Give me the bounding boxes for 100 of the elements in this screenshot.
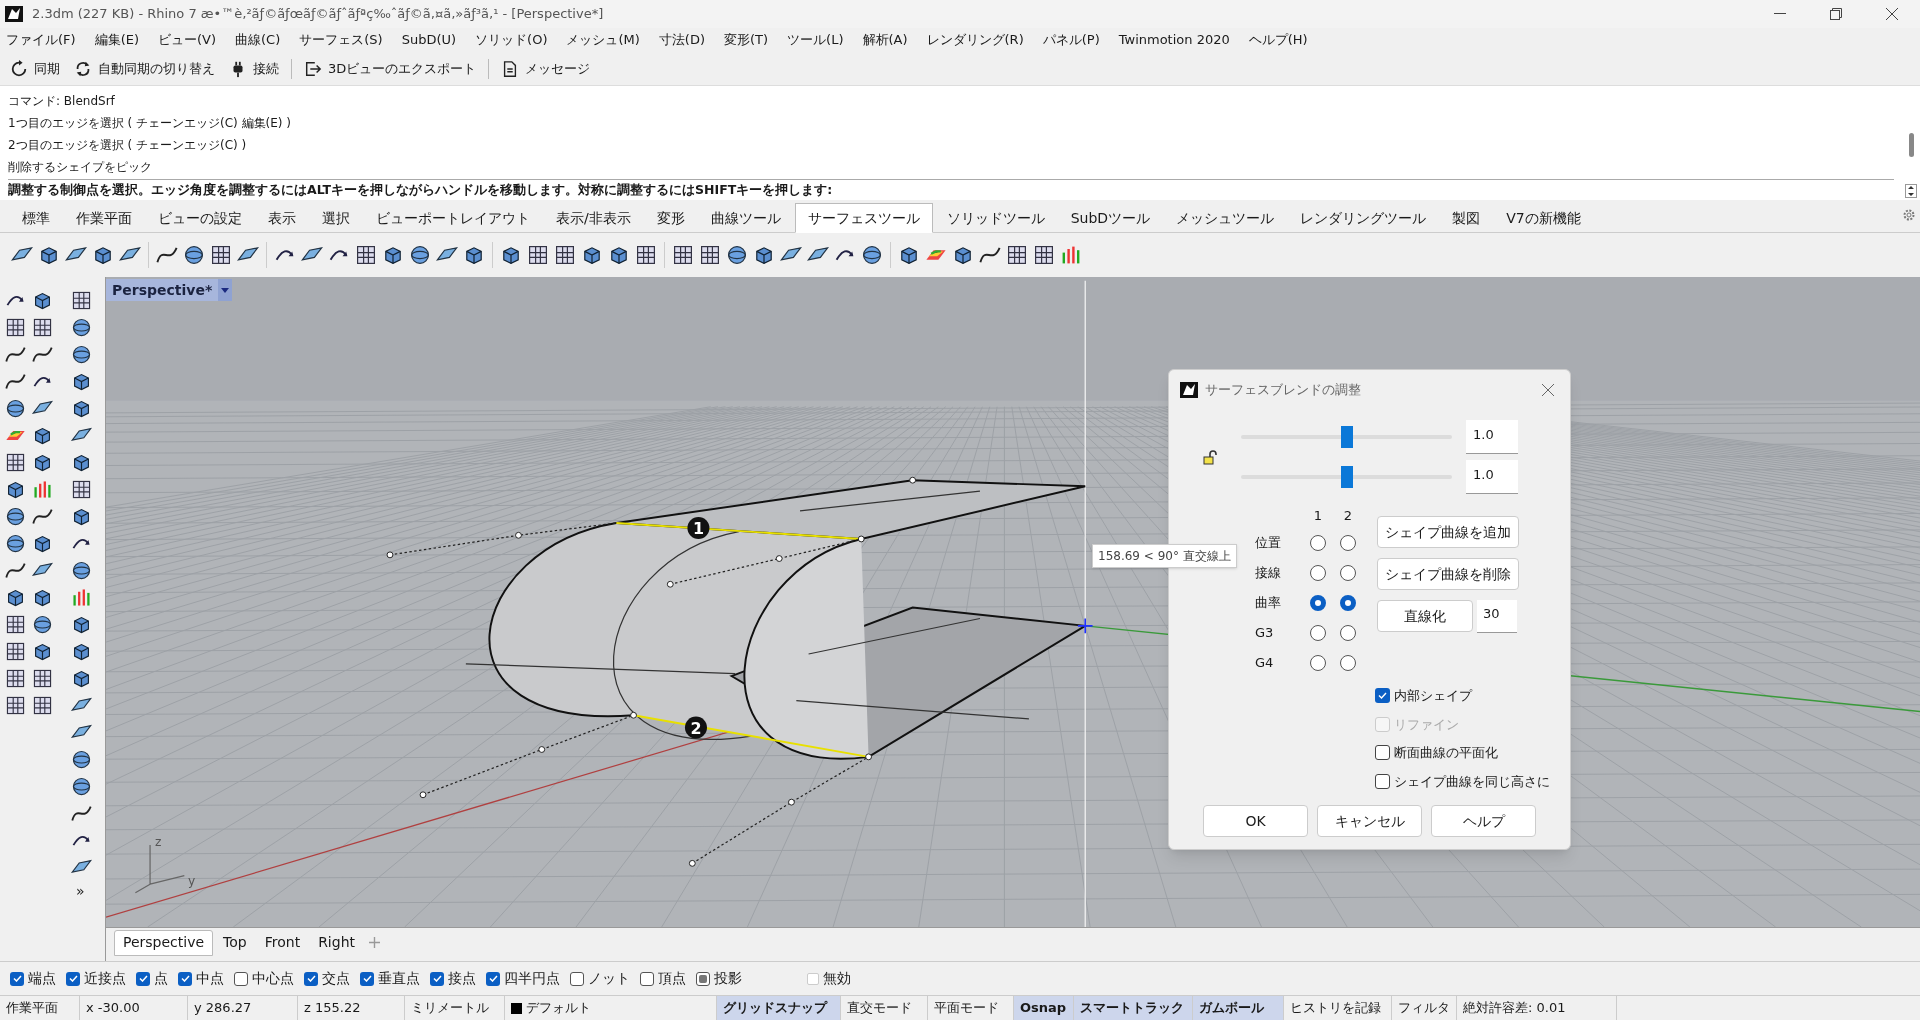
grid-icon[interactable] xyxy=(4,667,27,690)
status-cell[interactable]: z 155.22 xyxy=(298,996,405,1020)
grid-icon[interactable] xyxy=(209,243,233,267)
menu-item[interactable]: SubD(U) xyxy=(399,30,459,50)
menu-item[interactable]: レンダリング(R) xyxy=(924,30,1026,50)
ribbon-tab[interactable]: サーフェスツール xyxy=(794,203,933,233)
menu-item[interactable]: ヘルプ(H) xyxy=(1246,30,1310,50)
menu-item[interactable]: 寸法(D) xyxy=(656,30,707,50)
settings-icon[interactable] xyxy=(1902,208,1916,222)
menu-item[interactable]: ファイル(F) xyxy=(4,30,78,50)
ribbon-tab[interactable]: レンダリングツール xyxy=(1288,204,1439,232)
viewport-tab[interactable]: Right xyxy=(310,929,363,956)
radio-button[interactable] xyxy=(1310,625,1326,641)
toolbar-button[interactable]: 自動同期の切り替え xyxy=(72,58,217,79)
radio-button[interactable] xyxy=(1340,595,1356,611)
sphere-icon[interactable] xyxy=(860,243,884,267)
radio-button[interactable] xyxy=(1310,565,1326,581)
ribbon-tab[interactable]: 選択 xyxy=(310,204,362,232)
menu-item[interactable]: 変形(T) xyxy=(722,30,771,50)
grid-icon[interactable] xyxy=(70,289,93,312)
radio-button[interactable] xyxy=(1340,655,1356,671)
checkbox[interactable] xyxy=(1375,688,1390,704)
sphere-icon[interactable] xyxy=(70,316,93,339)
menu-item[interactable]: サーフェス(S) xyxy=(297,30,385,50)
ribbon-tab[interactable]: SubDツール xyxy=(1058,204,1163,232)
ribbon-tab[interactable]: 標準 xyxy=(10,204,62,232)
sphere-icon[interactable] xyxy=(70,343,93,366)
status-cell[interactable]: 直交モード xyxy=(841,996,928,1020)
ribbon-tab[interactable]: 曲線ツール xyxy=(698,204,793,232)
radio-button[interactable] xyxy=(1310,535,1326,551)
grid-icon[interactable] xyxy=(4,451,27,474)
dialog-button[interactable]: ヘルプ xyxy=(1431,805,1536,837)
straighten-button[interactable]: 直線化 xyxy=(1377,600,1473,632)
ribbon-tab[interactable]: ビューポートレイアウト xyxy=(364,204,542,232)
sphere-icon[interactable] xyxy=(31,613,54,636)
checkbox[interactable] xyxy=(10,971,24,986)
status-cell[interactable]: 絶対許容差: 0.01 xyxy=(1457,996,1617,1020)
ribbon-tab[interactable]: 製図 xyxy=(1440,204,1493,232)
grid-icon[interactable] xyxy=(4,613,27,636)
radio-button[interactable] xyxy=(1340,625,1356,641)
grid-icon[interactable] xyxy=(671,243,695,267)
ribbon-tab[interactable]: 変形 xyxy=(644,204,697,232)
grid-icon[interactable] xyxy=(1005,243,1029,267)
checkbox[interactable] xyxy=(234,971,248,986)
sphere-icon[interactable] xyxy=(725,243,749,267)
ribbon-tab[interactable]: 表示/非表示 xyxy=(544,204,643,232)
status-cell[interactable]: スマートトラック xyxy=(1074,996,1193,1020)
grid-icon[interactable] xyxy=(526,243,550,267)
overflow-button[interactable]: » xyxy=(70,883,85,899)
menu-item[interactable]: ツール(L) xyxy=(785,30,846,50)
toggle-box[interactable] xyxy=(696,971,710,986)
sphere-icon[interactable] xyxy=(408,243,432,267)
checkbox[interactable] xyxy=(486,971,500,986)
ribbon-tab[interactable]: ビューの設定 xyxy=(146,204,254,232)
grid-icon[interactable] xyxy=(31,694,54,717)
sphere-icon[interactable] xyxy=(4,505,27,528)
status-cell[interactable]: フィルタ xyxy=(1392,996,1457,1020)
open-lock-icon[interactable] xyxy=(1203,449,1217,465)
checkbox[interactable] xyxy=(1375,745,1390,761)
grid-icon[interactable] xyxy=(4,694,27,717)
sphere-icon[interactable] xyxy=(4,397,27,420)
grid-icon[interactable] xyxy=(70,478,93,501)
menu-item[interactable]: ビュー(V) xyxy=(156,30,219,50)
checkbox[interactable] xyxy=(360,971,374,986)
toolbar-button[interactable]: 3Dビューのエクスポート xyxy=(302,58,479,79)
grid-icon[interactable] xyxy=(31,316,54,339)
menu-item[interactable]: 編集(E) xyxy=(92,30,141,50)
grid-icon[interactable] xyxy=(31,667,54,690)
toolbar-button[interactable]: 接続 xyxy=(227,58,281,79)
viewport-tab[interactable]: Top xyxy=(215,929,255,956)
toolbar-button[interactable]: 同期 xyxy=(8,58,62,79)
ribbon-tab[interactable]: メッシュツール xyxy=(1164,204,1287,232)
bar-graph-icon[interactable] xyxy=(31,478,54,501)
status-cell[interactable]: ミリメートル xyxy=(405,996,505,1020)
checkbox[interactable] xyxy=(66,971,80,986)
command-prompt[interactable]: 調整する制御点を選択。エッジ角度を調整するにはALTキーを押しながらハンドルを移動します。対称に調整するにはSHIFTキーを押します: xyxy=(8,180,833,200)
menu-item[interactable]: 解析(A) xyxy=(860,30,910,50)
checkbox[interactable] xyxy=(1375,773,1390,789)
viewport-tab[interactable]: Perspective xyxy=(114,929,214,956)
radio-button[interactable] xyxy=(1340,565,1356,581)
ribbon-tab[interactable]: 表示 xyxy=(256,204,308,232)
viewport-menu-button[interactable] xyxy=(218,279,233,301)
grid-icon[interactable] xyxy=(1032,243,1056,267)
ribbon-tab[interactable]: V7の新機能 xyxy=(1494,204,1593,232)
grid-icon[interactable] xyxy=(4,316,27,339)
checkbox[interactable] xyxy=(136,971,150,986)
sphere-icon[interactable] xyxy=(70,559,93,582)
ribbon-tab[interactable]: ソリッドツール xyxy=(934,204,1057,232)
status-cell[interactable]: グリッドスナップ xyxy=(717,996,841,1020)
sphere-icon[interactable] xyxy=(4,532,27,555)
menu-item[interactable]: 曲線(C) xyxy=(233,30,283,50)
dialog-button[interactable]: キャンセル xyxy=(1317,805,1422,837)
menu-item[interactable]: パネル(P) xyxy=(1040,30,1102,50)
menu-item[interactable]: メッシュ(M) xyxy=(564,30,642,50)
grid-icon[interactable] xyxy=(4,640,27,663)
scrollbar[interactable] xyxy=(1908,133,1914,157)
bar-graph-icon[interactable] xyxy=(70,586,93,609)
grid-icon[interactable] xyxy=(634,243,658,267)
status-cell[interactable]: Osnap xyxy=(1014,996,1074,1020)
sphere-icon[interactable] xyxy=(70,748,93,771)
